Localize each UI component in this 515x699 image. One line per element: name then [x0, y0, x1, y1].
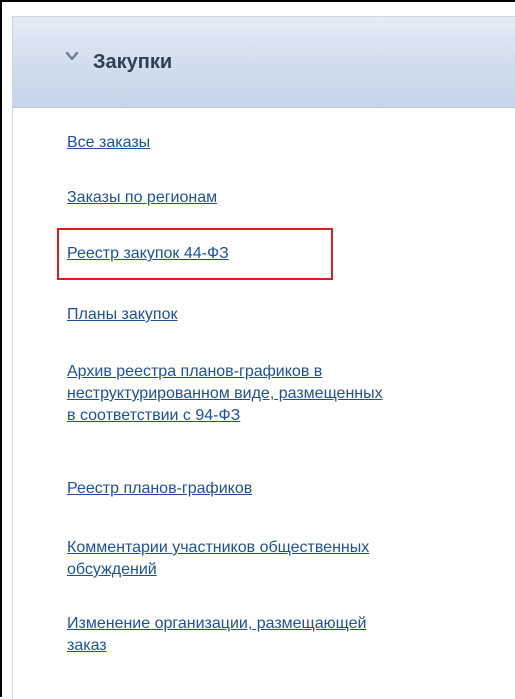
panel-title: Закупки [93, 51, 173, 73]
window-frame: Закупки Все заказы Заказы по регионам Ре… [0, 0, 515, 699]
menu-link-change-placing-organization[interactable]: Изменение организации, размещающей заказ [67, 613, 515, 657]
menu-link-archive-schedules-94fz[interactable]: Архив реестра планов-графиков в неструкт… [67, 361, 515, 427]
menu-link-schedule-registry[interactable]: Реестр планов-графиков [67, 478, 515, 500]
menu-link-all-orders[interactable]: Все заказы [67, 132, 515, 154]
menu-link-registry-44fz[interactable]: Реестр закупок 44-ФЗ [67, 243, 515, 265]
menu-link-public-discussion-comments[interactable]: Комментарии участников общественных обсу… [67, 537, 515, 581]
chevron-down-icon[interactable] [65, 50, 79, 62]
procurement-panel: Закупки Все заказы Заказы по регионам Ре… [12, 16, 515, 699]
menu-link-orders-by-region[interactable]: Заказы по регионам [67, 187, 515, 209]
panel-header[interactable]: Закупки [13, 17, 515, 108]
menu-link-procurement-plans[interactable]: Планы закупок [67, 304, 515, 326]
